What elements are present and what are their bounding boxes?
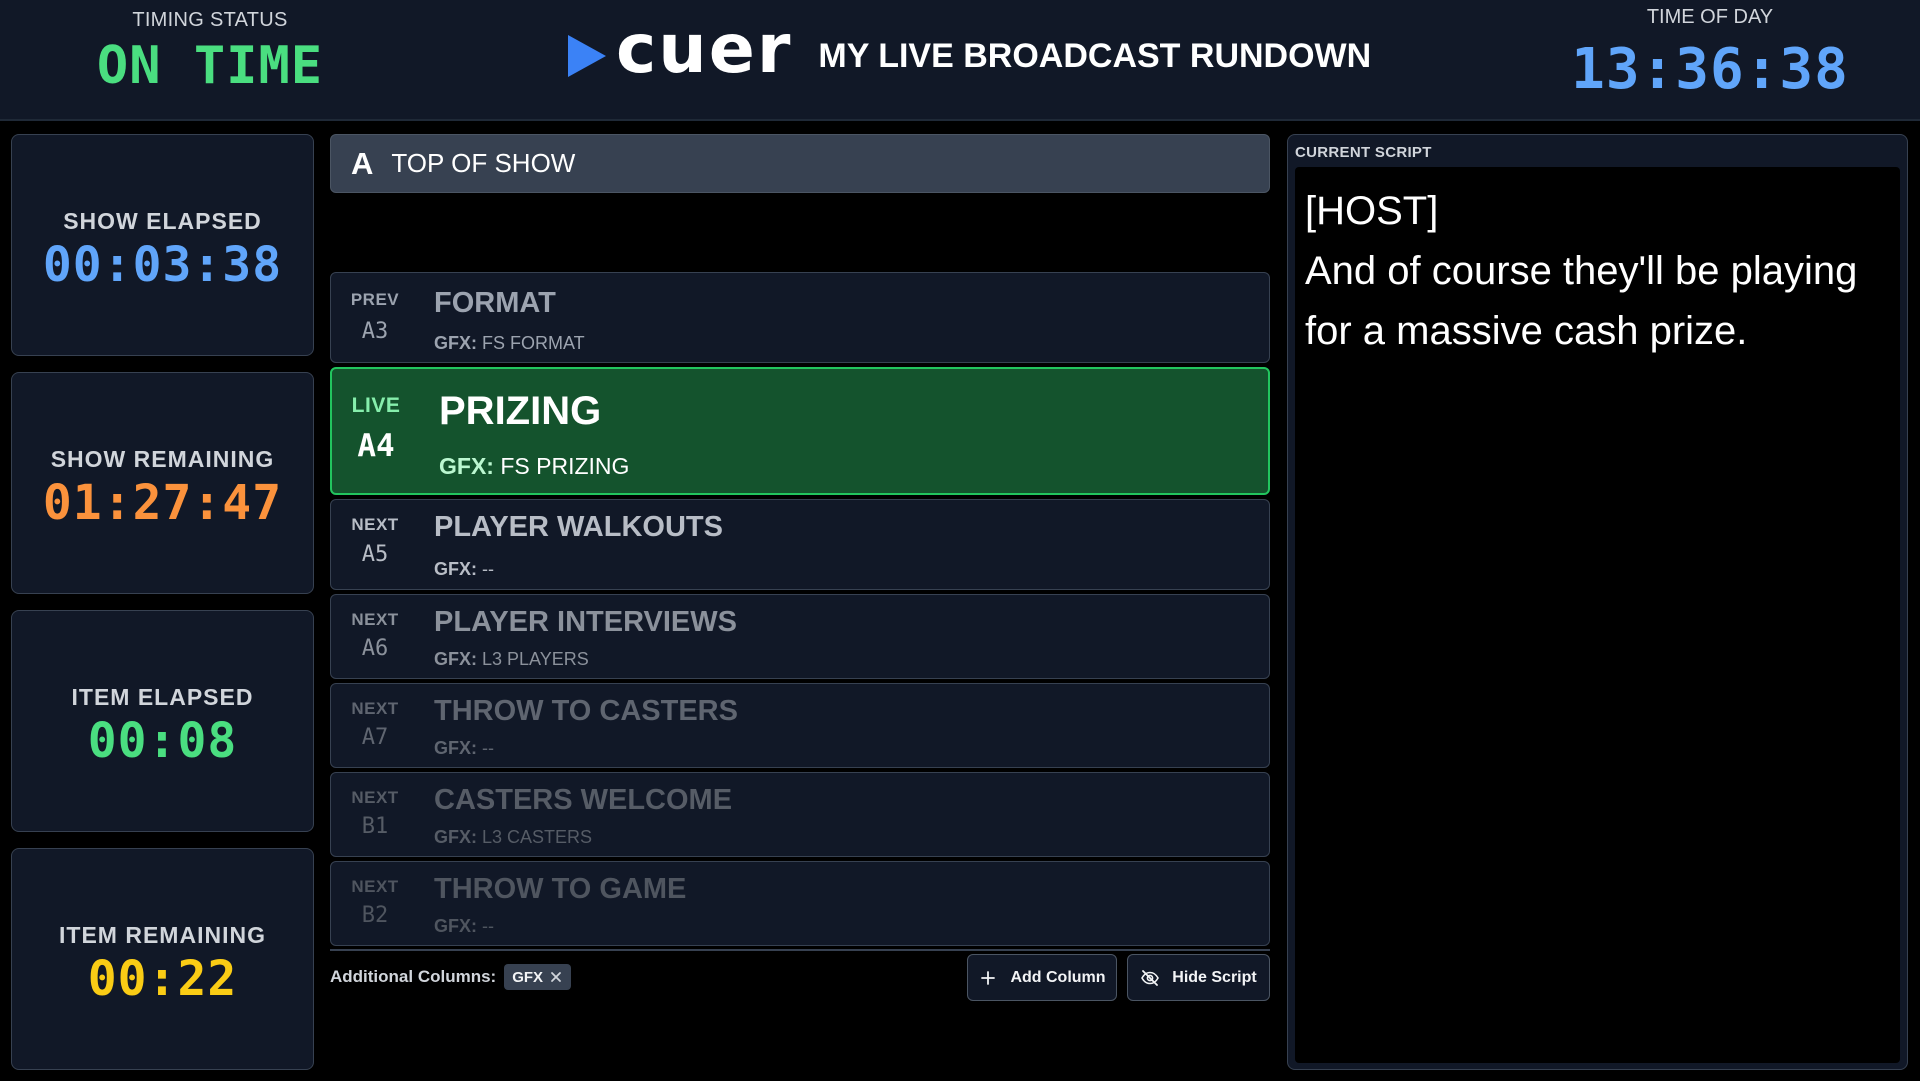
- additional-columns: Additional Columns: GFX: [330, 956, 572, 998]
- show-remaining-label: SHOW REMAINING: [50, 445, 275, 472]
- additional-columns-label: Additional Columns:: [330, 967, 497, 986]
- rundown-row-next[interactable]: NEXT A5 PLAYER WALKOUTS GFX: --: [330, 499, 1270, 590]
- rundown-row-next[interactable]: NEXT A6 PLAYER INTERVIEWS GFX: L3 PLAYER…: [330, 594, 1270, 679]
- script-panel: CURRENT SCRIPT [HOST] And of course they…: [1287, 134, 1908, 1070]
- gfx-label: GFX:: [434, 649, 477, 669]
- gfx-label: GFX:: [434, 738, 477, 758]
- row-number: A7: [361, 725, 389, 750]
- timing-status: TIMING STATUS ON TIME: [60, 0, 360, 96]
- row-number: A6: [361, 636, 389, 661]
- gfx-label: GFX:: [434, 333, 477, 353]
- gfx-value: L3 CASTERS: [482, 827, 593, 847]
- row-number: A4: [357, 428, 395, 464]
- rundown-row-next[interactable]: NEXT B2 THROW TO GAME GFX: --: [330, 861, 1270, 946]
- column-chip-label: GFX: [512, 968, 544, 986]
- item-remaining-label: ITEM REMAINING: [59, 921, 266, 948]
- add-column-button[interactable]: Add Column: [967, 954, 1117, 1001]
- play-icon: [568, 35, 606, 77]
- row-status: LIVE: [351, 394, 401, 417]
- gfx-value: FS FORMAT: [482, 333, 585, 353]
- cuer-logo: cuer: [616, 10, 793, 89]
- gfx-value: L3 PLAYERS: [482, 649, 589, 669]
- plus-icon: [981, 970, 996, 985]
- gfx-value: --: [482, 738, 495, 758]
- row-status: NEXT: [351, 610, 399, 629]
- row-status: PREV: [350, 290, 400, 309]
- row-gfx: GFX: --: [434, 916, 494, 937]
- row-gfx: GFX: --: [434, 738, 494, 759]
- row-gfx: GFX: FS FORMAT: [434, 333, 585, 354]
- row-status: NEXT: [351, 515, 399, 534]
- gfx-label: GFX:: [434, 559, 477, 579]
- rundown-row-next[interactable]: NEXT B1 CASTERS WELCOME GFX: L3 CASTERS: [330, 772, 1270, 857]
- gfx-value: --: [482, 916, 495, 936]
- row-number: A5: [361, 542, 389, 567]
- item-elapsed-label: ITEM ELAPSED: [71, 683, 254, 710]
- show-elapsed-card: SHOW ELAPSED 00:03:38: [11, 134, 314, 356]
- gfx-value: --: [482, 559, 495, 579]
- gfx-label: GFX:: [434, 916, 477, 936]
- time-of-day-label: TIME OF DAY: [1646, 6, 1774, 28]
- rundown-divider: [330, 949, 1270, 951]
- segment-letter: A: [351, 145, 374, 181]
- time-of-day: TIME OF DAY 13:36:38: [1540, 0, 1880, 102]
- segment-name: TOP OF SHOW: [391, 148, 576, 178]
- row-number: A3: [361, 319, 389, 344]
- brand: cuer MY LIVE BROADCAST RUNDOWN: [566, 16, 1372, 92]
- show-remaining-card: SHOW REMAINING 01:27:47: [11, 372, 314, 594]
- row-title: PRIZING: [439, 389, 602, 433]
- row-title: FORMAT: [434, 287, 556, 319]
- hide-script-label: Hide Script: [1172, 968, 1257, 986]
- row-status: NEXT: [351, 877, 399, 896]
- header-bar: TIMING STATUS ON TIME cuer MY LIVE BROAD…: [0, 0, 1920, 121]
- item-elapsed-card: ITEM ELAPSED 00:08: [11, 610, 314, 832]
- row-gfx: GFX: L3 CASTERS: [434, 827, 592, 848]
- row-title: THROW TO GAME: [434, 873, 687, 905]
- show-remaining-value: 01:27:47: [42, 474, 283, 531]
- row-number: B1: [361, 814, 389, 839]
- eye-off-icon: [1141, 969, 1160, 986]
- item-remaining-value: 00:22: [87, 950, 238, 1007]
- rundown-title: MY LIVE BROADCAST RUNDOWN: [818, 36, 1372, 75]
- gfx-value: FS PRIZING: [500, 453, 630, 479]
- column-chip-gfx[interactable]: GFX: [504, 964, 572, 990]
- time-of-day-value: 13:36:38: [1571, 37, 1849, 102]
- timing-status-value: ON TIME: [96, 36, 324, 96]
- row-status: NEXT: [351, 788, 399, 807]
- gfx-label: GFX:: [434, 827, 477, 847]
- row-gfx: GFX: FS PRIZING: [439, 453, 629, 480]
- row-title: PLAYER INTERVIEWS: [434, 606, 737, 638]
- gfx-label: GFX:: [439, 453, 494, 479]
- timing-status-label: TIMING STATUS: [132, 9, 288, 31]
- rundown-row-next[interactable]: NEXT A7 THROW TO CASTERS GFX: --: [330, 683, 1270, 768]
- rundown-row-live[interactable]: LIVE A4 PRIZING GFX: FS PRIZING: [330, 367, 1270, 495]
- segment-header: A TOP OF SHOW: [330, 134, 1270, 193]
- row-title: CASTERS WELCOME: [434, 784, 733, 816]
- item-remaining-card: ITEM REMAINING 00:22: [11, 848, 314, 1070]
- show-elapsed-value: 00:03:38: [42, 236, 283, 293]
- row-gfx: GFX: L3 PLAYERS: [434, 649, 589, 670]
- add-column-label: Add Column: [1010, 968, 1106, 986]
- row-status: NEXT: [351, 699, 399, 718]
- row-gfx: GFX: --: [434, 559, 494, 580]
- show-elapsed-label: SHOW ELAPSED: [63, 207, 262, 234]
- row-number: B2: [361, 903, 389, 928]
- row-title: PLAYER WALKOUTS: [434, 511, 723, 543]
- script-line: [HOST]: [1305, 189, 1439, 233]
- current-script-label: CURRENT SCRIPT: [1295, 144, 1432, 161]
- hide-script-button[interactable]: Hide Script: [1127, 954, 1270, 1001]
- script-line: And of course they'll be playing for a m…: [1305, 249, 1858, 353]
- script-body[interactable]: [HOST] And of course they'll be playing …: [1295, 167, 1900, 1063]
- row-title: THROW TO CASTERS: [434, 695, 738, 727]
- item-elapsed-value: 00:08: [87, 712, 238, 769]
- close-icon[interactable]: [549, 970, 563, 984]
- rundown-row-prev[interactable]: PREV A3 FORMAT GFX: FS FORMAT: [330, 272, 1270, 363]
